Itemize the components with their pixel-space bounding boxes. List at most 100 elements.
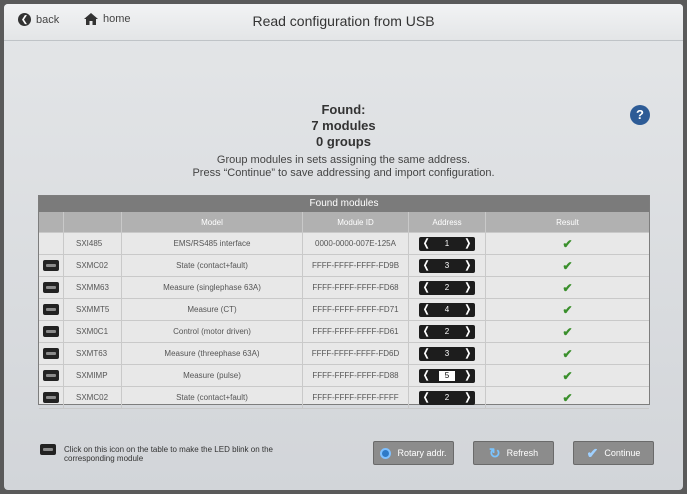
led-blink-icon[interactable] (43, 370, 59, 381)
result-cell: ✔ (486, 277, 649, 298)
address-value[interactable]: 4 (445, 305, 449, 314)
decrement-icon[interactable]: ❬ (422, 392, 430, 404)
continue-label: Continue (604, 448, 641, 458)
increment-icon[interactable]: ❭ (464, 238, 472, 250)
found-summary: Found: 7 modules 0 groups (4, 102, 683, 150)
module-code: SXM0C1 (64, 321, 122, 342)
module-model: Measure (threephase 63A) (122, 343, 303, 364)
led-blink-icon (40, 444, 56, 455)
found-modules-count: 7 modules (311, 118, 376, 133)
increment-icon[interactable]: ❭ (464, 282, 472, 294)
address-value[interactable]: 5 (438, 370, 456, 381)
address-stepper[interactable]: ❬ 2 ❭ (419, 390, 475, 405)
continue-button[interactable]: ✔ Continue (573, 441, 654, 465)
decrement-icon[interactable]: ❬ (422, 238, 430, 250)
result-cell: ✔ (486, 321, 649, 342)
address-cell: ❬ 3 ❭ (409, 343, 486, 364)
module-model: Measure (CT) (122, 299, 303, 320)
module-id: FFFF-FFFF-FFFF-FD6D (303, 343, 409, 364)
led-blink-icon[interactable] (43, 392, 59, 403)
module-code: SXMC02 (64, 255, 122, 276)
increment-icon[interactable]: ❭ (464, 326, 472, 338)
module-model: State (contact+fault) (122, 255, 303, 276)
address-value[interactable]: 3 (445, 261, 449, 270)
decrement-icon[interactable]: ❬ (422, 348, 430, 360)
decrement-icon[interactable]: ❬ (422, 370, 430, 382)
address-cell: ❬ 2 ❭ (409, 321, 486, 342)
increment-icon[interactable]: ❭ (464, 260, 472, 272)
table-row: SXMC02 State (contact+fault) FFFF-FFFF-FFF… (39, 387, 649, 409)
column-header-code (64, 212, 122, 232)
address-cell: ❬ 4 ❭ (409, 299, 486, 320)
decrement-icon[interactable]: ❬ (422, 304, 430, 316)
address-stepper[interactable]: ❬ 5 ❭ (419, 368, 475, 383)
increment-icon[interactable]: ❭ (464, 304, 472, 316)
app-window: ❮ back home Read configuration from USB … (4, 4, 683, 490)
led-blink-icon[interactable] (43, 304, 59, 315)
led-cell (39, 255, 64, 276)
check-icon: ✔ (562, 390, 573, 405)
refresh-button[interactable]: ↻ Refresh (473, 441, 554, 465)
decrement-icon[interactable]: ❬ (422, 326, 430, 338)
address-stepper[interactable]: ❬ 1 ❭ (419, 236, 475, 251)
module-model: Control (motor driven) (122, 321, 303, 342)
module-code: SXMT63 (64, 343, 122, 364)
legend-text: Click on this icon on the table to make … (64, 445, 274, 463)
decrement-icon[interactable]: ❬ (422, 282, 430, 294)
page-title: Read configuration from USB (252, 13, 435, 29)
led-cell (39, 299, 64, 320)
address-value[interactable]: 2 (445, 327, 449, 336)
table-row: SXMC02 State (contact+fault) FFFF-FFFF-FFF… (39, 255, 649, 277)
rotary-addr-button[interactable]: Rotary addr. (373, 441, 454, 465)
led-blink-icon[interactable] (43, 282, 59, 293)
module-code: SXI485 (64, 233, 122, 254)
led-cell (39, 277, 64, 298)
address-cell: ❬ 1 ❭ (409, 233, 486, 254)
result-cell: ✔ (486, 387, 649, 408)
address-stepper[interactable]: ❬ 3 ❭ (419, 258, 475, 273)
module-id: FFFF-FFFF-FFFF-FD88 (303, 365, 409, 386)
column-header-result: Result (556, 217, 579, 227)
led-blink-icon[interactable] (43, 260, 59, 271)
address-value[interactable]: 3 (445, 349, 449, 358)
module-code: SXMIMP (64, 365, 122, 386)
address-value[interactable]: 2 (445, 283, 449, 292)
address-cell: ❬ 5 ❭ (409, 365, 486, 386)
module-id: FFFF-FFFF-FFFF-FD61 (303, 321, 409, 342)
address-stepper[interactable]: ❬ 4 ❭ (419, 302, 475, 317)
address-cell: ❬ 3 ❭ (409, 255, 486, 276)
increment-icon[interactable]: ❭ (464, 370, 472, 382)
address-value[interactable]: 1 (445, 239, 449, 248)
increment-icon[interactable]: ❭ (464, 392, 472, 404)
top-bar: ❮ back home Read configuration from USB (4, 4, 683, 41)
result-cell: ✔ (486, 365, 649, 386)
table-caption: Found modules (39, 196, 649, 212)
refresh-label: Refresh (506, 448, 539, 458)
column-header-led (39, 212, 64, 232)
address-stepper[interactable]: ❬ 2 ❭ (419, 324, 475, 339)
decrement-icon[interactable]: ❬ (422, 260, 430, 272)
result-cell: ✔ (486, 255, 649, 276)
table-row: SXMM63 Measure (singlephase 63A) FFFF-FFFF… (39, 277, 649, 299)
table-body: SXI485 EMS/RS485 interface 0000-0000-007E-… (39, 233, 649, 409)
module-code: SXMM63 (64, 277, 122, 298)
rotary-addr-label: Rotary addr. (397, 448, 447, 458)
led-blink-icon[interactable] (43, 348, 59, 359)
check-icon: ✔ (562, 236, 573, 251)
module-id: FFFF-FFFF-FFFF-FD71 (303, 299, 409, 320)
check-icon: ✔ (562, 302, 573, 317)
module-id: FFFF-FFFF-FFFF-FD68 (303, 277, 409, 298)
address-value[interactable]: 2 (445, 393, 449, 402)
led-blink-icon[interactable] (43, 326, 59, 337)
address-stepper[interactable]: ❬ 3 ❭ (419, 346, 475, 361)
table-row: SXMIMP Measure (pulse) FFFF-FFFF-FFFF-FD88… (39, 365, 649, 387)
column-header-module-id: Module ID (303, 212, 409, 232)
led-cell (39, 321, 64, 342)
instruction-line-1: Group modules in sets assigning the same… (216, 154, 471, 166)
led-cell (39, 343, 64, 364)
increment-icon[interactable]: ❭ (464, 348, 472, 360)
address-stepper[interactable]: ❬ 2 ❭ (419, 280, 475, 295)
module-code: SXMC02 (64, 387, 122, 408)
found-modules-table: Found modules Model Module ID Address Re… (38, 195, 650, 409)
help-icon[interactable]: ? (630, 105, 650, 125)
